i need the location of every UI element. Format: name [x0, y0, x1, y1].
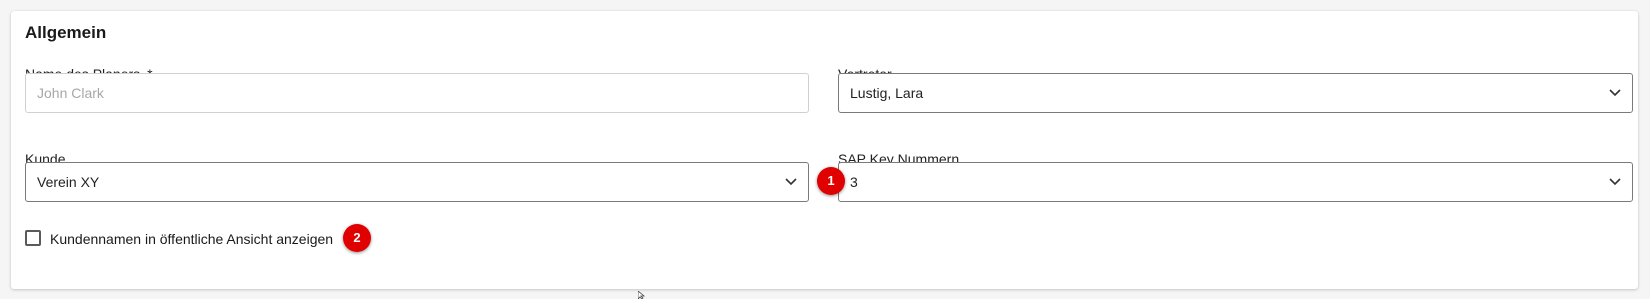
annotation-badge-1: 1 [817, 167, 845, 195]
chevron-down-icon [785, 178, 797, 186]
public-view-checkbox-label[interactable]: Kundennamen in öffentliche Ansicht anzei… [50, 229, 333, 249]
kunde-select[interactable]: Verein XY [25, 162, 809, 202]
annotation-badge-2: 2 [343, 224, 371, 252]
sap-key-select[interactable]: 3 [838, 162, 1633, 202]
vertreter-value: Lustig, Lara [850, 85, 924, 101]
chevron-down-icon [1609, 178, 1621, 186]
section-title: Allgemein [25, 23, 107, 42]
public-view-checkbox[interactable] [25, 230, 41, 246]
general-section-card: Allgemein Name des Planers * Vertreter L… [11, 11, 1638, 289]
sap-value: 3 [850, 174, 858, 190]
mouse-cursor-icon [638, 291, 646, 299]
planer-name-input[interactable] [25, 73, 809, 113]
vertreter-select[interactable]: Lustig, Lara [838, 73, 1633, 113]
chevron-down-icon [1609, 89, 1621, 97]
kunde-value: Verein XY [37, 174, 100, 190]
